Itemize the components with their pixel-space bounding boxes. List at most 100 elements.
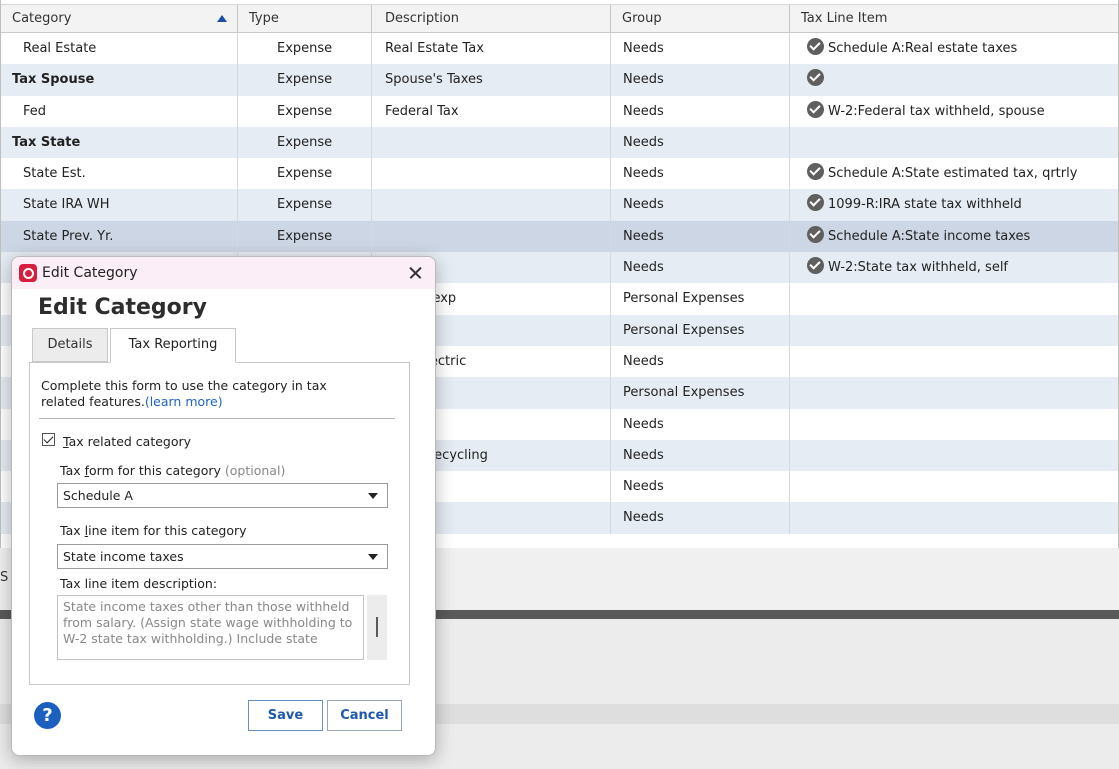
cell-group: Personal Expenses bbox=[611, 314, 790, 346]
cell-category: State IRA WH bbox=[1, 189, 238, 221]
table-row[interactable]: Real Estate Expense Real Estate Tax Needs Sc… bbox=[1, 33, 1118, 65]
cell-category: State Est. bbox=[1, 158, 238, 190]
cell-description: Real Estate Tax bbox=[372, 33, 611, 65]
cell-type: Expense bbox=[238, 33, 372, 65]
cell-type: Expense bbox=[238, 64, 372, 96]
cell-description bbox=[372, 158, 611, 190]
cell-group: Needs bbox=[611, 189, 790, 221]
cell-group: Personal Expenses bbox=[611, 283, 790, 315]
dialog-titlebar[interactable]: Edit Category bbox=[12, 257, 435, 289]
cell-tax-line-item bbox=[790, 64, 1118, 95]
scrollbar-thumb[interactable] bbox=[376, 617, 378, 637]
tax-line-description[interactable]: State income taxes other than those with… bbox=[57, 595, 364, 660]
cell-group: Needs bbox=[611, 95, 790, 127]
quicken-logo-icon bbox=[19, 264, 37, 282]
divider bbox=[39, 418, 395, 419]
cell-group: Needs bbox=[611, 502, 790, 534]
learn-more-link[interactable]: (learn more) bbox=[145, 394, 223, 409]
table-header: Category Type Description Group Tax Line… bbox=[1, 4, 1118, 33]
cell-group: Needs bbox=[611, 408, 790, 440]
cell-category: Real Estate bbox=[1, 33, 238, 65]
cell-group: Needs bbox=[611, 33, 790, 65]
cell-description bbox=[372, 220, 611, 253]
save-button[interactable]: Save bbox=[248, 700, 323, 731]
check-circle-icon bbox=[807, 257, 824, 275]
help-icon[interactable]: ? bbox=[34, 702, 61, 729]
cell-tax-line-item: W-2:Federal tax withheld, spouse bbox=[790, 96, 1118, 127]
description-scrollbar[interactable] bbox=[367, 595, 387, 660]
cell-tax-line-item: Schedule A:Real estate taxes bbox=[790, 33, 1118, 64]
cell-group: Needs bbox=[611, 220, 790, 253]
column-header-tax-line-item[interactable]: Tax Line Item bbox=[790, 5, 1118, 33]
table-row[interactable]: Fed Expense Federal Tax Needs W-2:Federal ta… bbox=[1, 95, 1118, 127]
cell-description bbox=[372, 126, 611, 159]
cell-group: Needs bbox=[611, 126, 790, 159]
cell-category: State Prev. Yr. bbox=[1, 220, 238, 253]
tax-line-select[interactable]: State income taxes bbox=[57, 544, 388, 569]
cell-group: Needs bbox=[611, 345, 790, 378]
cell-type: Expense bbox=[238, 189, 372, 221]
cell-group: Personal Expenses bbox=[611, 377, 790, 409]
table-row[interactable]: State Prev. Yr. Expense Needs Schedule A:St… bbox=[1, 220, 1118, 253]
column-header-type[interactable]: Type bbox=[238, 5, 372, 33]
tax-form-label: Tax form for this category (optional) bbox=[60, 463, 286, 478]
check-circle-icon bbox=[807, 100, 824, 118]
cell-description: Spouse's Taxes bbox=[372, 64, 611, 96]
check-circle-icon bbox=[807, 225, 824, 243]
cell-tax-line-item bbox=[790, 346, 1118, 377]
chevron-down-icon bbox=[368, 493, 378, 499]
cell-category: Tax State bbox=[1, 126, 238, 159]
check-circle-icon bbox=[807, 69, 824, 87]
cancel-button[interactable]: Cancel bbox=[327, 700, 402, 731]
table-row[interactable]: State IRA WH Expense Needs 1099-R:IRA state… bbox=[1, 189, 1118, 221]
cell-group: Needs bbox=[611, 439, 790, 472]
check-circle-icon bbox=[807, 194, 824, 212]
chevron-down-icon bbox=[368, 554, 378, 560]
cell-description bbox=[372, 189, 611, 221]
cell-tax-line-item: W-2:State tax withheld, self bbox=[790, 252, 1118, 283]
cell-tax-line-item bbox=[790, 377, 1118, 408]
truncated-label: S bbox=[0, 570, 9, 585]
cell-tax-line-item bbox=[790, 409, 1118, 440]
tax-form-select[interactable]: Schedule A bbox=[57, 483, 388, 508]
tax-related-checkbox[interactable] bbox=[42, 433, 55, 446]
cell-tax-line-item bbox=[790, 440, 1118, 471]
cell-tax-line-item bbox=[790, 471, 1118, 502]
check-circle-icon bbox=[807, 38, 824, 55]
edit-category-dialog: Edit Category Edit Category Details Tax … bbox=[11, 256, 436, 756]
close-icon[interactable] bbox=[401, 260, 429, 286]
column-header-category[interactable]: Category bbox=[1, 5, 238, 33]
cell-tax-line-item: 1099-R:IRA state tax withheld bbox=[790, 189, 1118, 220]
cell-group: Needs bbox=[611, 471, 790, 503]
cell-tax-line-item bbox=[790, 315, 1118, 346]
cell-type: Expense bbox=[238, 95, 372, 127]
cell-group: Needs bbox=[611, 64, 790, 96]
table-row[interactable]: State Est. Expense Needs Schedule A:State e… bbox=[1, 158, 1118, 190]
tax-related-label[interactable]: Tax related category bbox=[63, 434, 191, 449]
sort-ascending-icon bbox=[217, 15, 227, 22]
cell-tax-line-item: Schedule A:State estimated tax, qrtrly bbox=[790, 158, 1118, 189]
cell-tax-line-item bbox=[790, 502, 1118, 533]
cell-tax-line-item: Schedule A:State income taxes bbox=[790, 221, 1118, 252]
cell-type: Expense bbox=[238, 158, 372, 190]
optional-hint: (optional) bbox=[224, 463, 286, 478]
cell-group: Needs bbox=[611, 158, 790, 190]
table-row[interactable]: Tax Spouse Expense Spouse's Taxes Needs bbox=[1, 64, 1118, 96]
cell-type: Expense bbox=[238, 126, 372, 159]
dialog-window-title: Edit Category bbox=[42, 265, 138, 281]
tax-line-label: Tax line item for this category bbox=[60, 523, 247, 538]
check-circle-icon bbox=[807, 163, 824, 181]
cell-category: Tax Spouse bbox=[1, 64, 238, 96]
column-header-group[interactable]: Group bbox=[611, 5, 790, 33]
tab-tax-reporting[interactable]: Tax Reporting bbox=[110, 328, 236, 363]
cell-tax-line-item bbox=[790, 283, 1118, 314]
cell-type: Expense bbox=[238, 220, 372, 253]
dialog-heading: Edit Category bbox=[38, 295, 207, 320]
tax-line-description-label: Tax line item description: bbox=[60, 576, 218, 591]
cell-group: Needs bbox=[611, 252, 790, 284]
column-header-description[interactable]: Description bbox=[372, 5, 611, 33]
table-row[interactable]: Tax State Expense Needs bbox=[1, 126, 1118, 159]
cell-tax-line-item bbox=[790, 127, 1118, 158]
intro-text: Complete this form to use the category i… bbox=[41, 378, 327, 409]
tab-details[interactable]: Details bbox=[32, 328, 108, 362]
